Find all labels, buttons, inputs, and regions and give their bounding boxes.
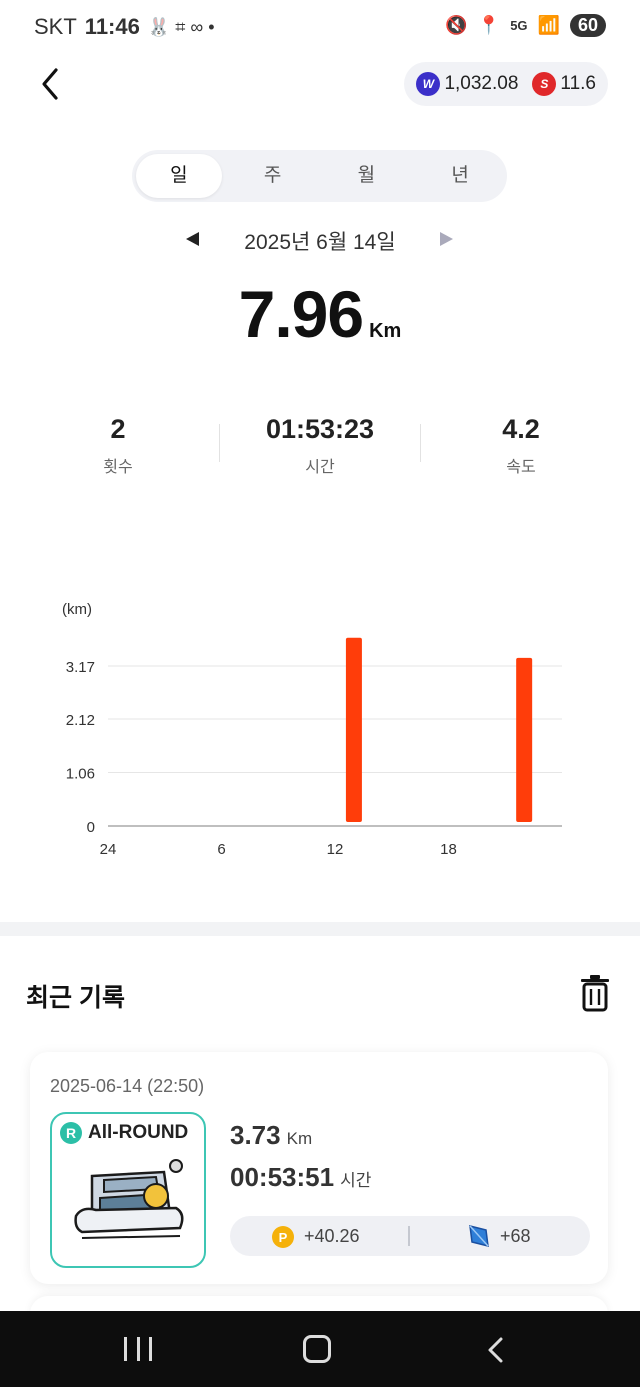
stat-count-label: 횟수 (103, 459, 133, 476)
carrier-label: SKT (34, 14, 77, 39)
sneaker-icon (74, 1159, 184, 1239)
x-tick-label: 24 (100, 841, 117, 858)
y-axis-label: (km) (62, 601, 92, 618)
nav-back-button[interactable] (484, 1335, 508, 1365)
home-button[interactable] (303, 1335, 331, 1363)
period-tabs: 일 주 월 년 (132, 150, 507, 202)
stat-count-value: 2 (110, 414, 126, 444)
network-label: 5G (510, 18, 528, 33)
recent-records-title: 최근 기록 (26, 984, 125, 1012)
prev-date-arrow-icon[interactable] (186, 232, 199, 246)
tab-year[interactable]: 년 (417, 154, 503, 198)
recent-apps-button[interactable] (124, 1337, 152, 1361)
y-tick-label: 2.12 (66, 712, 95, 729)
next-date-arrow-icon[interactable] (440, 232, 453, 246)
record-time: 00:53:51 시간 (230, 1162, 371, 1193)
reward-pill: P +40.26 +68 (230, 1216, 590, 1256)
date-label: 2025년 6월 14일 (244, 231, 396, 254)
location-icon: 📍 (477, 15, 501, 35)
tab-month[interactable]: 월 (324, 154, 410, 198)
status-bar: SKT 11:46 🐰 ⌗ ∞ • 🔇 📍 5G 📶 60 (0, 0, 640, 58)
trash-icon[interactable] (578, 974, 612, 1012)
shoe-thumbnail: R All-ROUND (50, 1112, 206, 1268)
reward-gems: +68 (500, 1226, 531, 1246)
point-coin-icon: P (272, 1226, 294, 1248)
balance-pill[interactable]: W 1,032.08 S 11.6 (404, 62, 608, 106)
stat-time-label: 시간 (305, 459, 335, 476)
signal-icon: 📶 (537, 15, 560, 35)
reward-points: +40.26 (304, 1226, 360, 1246)
tab-week[interactable]: 주 (230, 154, 316, 198)
chart-bar (345, 637, 362, 822)
distance-bar-chart: (km) 0 1.06 2.12 3.17 24 6 12 18 (62, 601, 562, 858)
record-date: 2025-06-14 (22:50) (50, 1076, 205, 1096)
record-distance-unit: Km (286, 1129, 313, 1148)
record-distance: 3.73 Km (230, 1120, 312, 1151)
x-tick-label: 12 (327, 841, 344, 858)
y-tick-label: 0 (87, 819, 95, 836)
back-button[interactable] (36, 64, 72, 104)
mute-icon: 🔇 (445, 15, 468, 35)
record-time-unit: 시간 (340, 1171, 372, 1190)
distance-value: 7.96 (238, 277, 364, 351)
x-tick-label: 6 (217, 841, 225, 858)
w-balance: W 1,032.08 (416, 72, 518, 96)
stat-speed-value: 4.2 (502, 414, 540, 444)
chart-bar (516, 657, 533, 822)
w-balance-value: 1,032.08 (444, 73, 519, 94)
x-tick-label: 18 (440, 841, 457, 858)
distance-unit: Km (369, 320, 402, 342)
s-token-icon: S (532, 72, 557, 96)
section-divider (0, 922, 640, 936)
record-card[interactable]: 2025-06-14 (22:50) R All-ROUND 3.73 Km 00… (30, 1052, 608, 1284)
tab-day[interactable]: 일 (136, 154, 222, 198)
system-nav-bar (0, 1311, 640, 1387)
notification-icons: 🐰 ⌗ ∞ • (147, 16, 215, 37)
record-time-value: 00:53:51 (230, 1162, 335, 1192)
stat-time: 01:53:23 시간 (220, 414, 420, 477)
s-balance-value: 11.6 (560, 73, 596, 94)
stat-speed-label: 속도 (506, 459, 536, 476)
record-distance-value: 3.73 (230, 1120, 281, 1150)
s-balance: S 11.6 (532, 72, 596, 96)
reward-divider (408, 1226, 410, 1246)
y-tick-label: 3.17 (66, 659, 95, 676)
total-distance: 7.96 Km (0, 276, 640, 352)
stat-speed: 4.2 속도 (421, 414, 621, 477)
y-tick-label: 1.06 (66, 765, 95, 782)
clock: 11:46 (84, 14, 140, 39)
stat-time-value: 01:53:23 (265, 414, 375, 444)
gem-icon (469, 1225, 489, 1247)
w-token-icon: W (416, 72, 441, 96)
battery-indicator: 60 (569, 14, 606, 37)
stat-count: 2 횟수 (18, 414, 218, 477)
